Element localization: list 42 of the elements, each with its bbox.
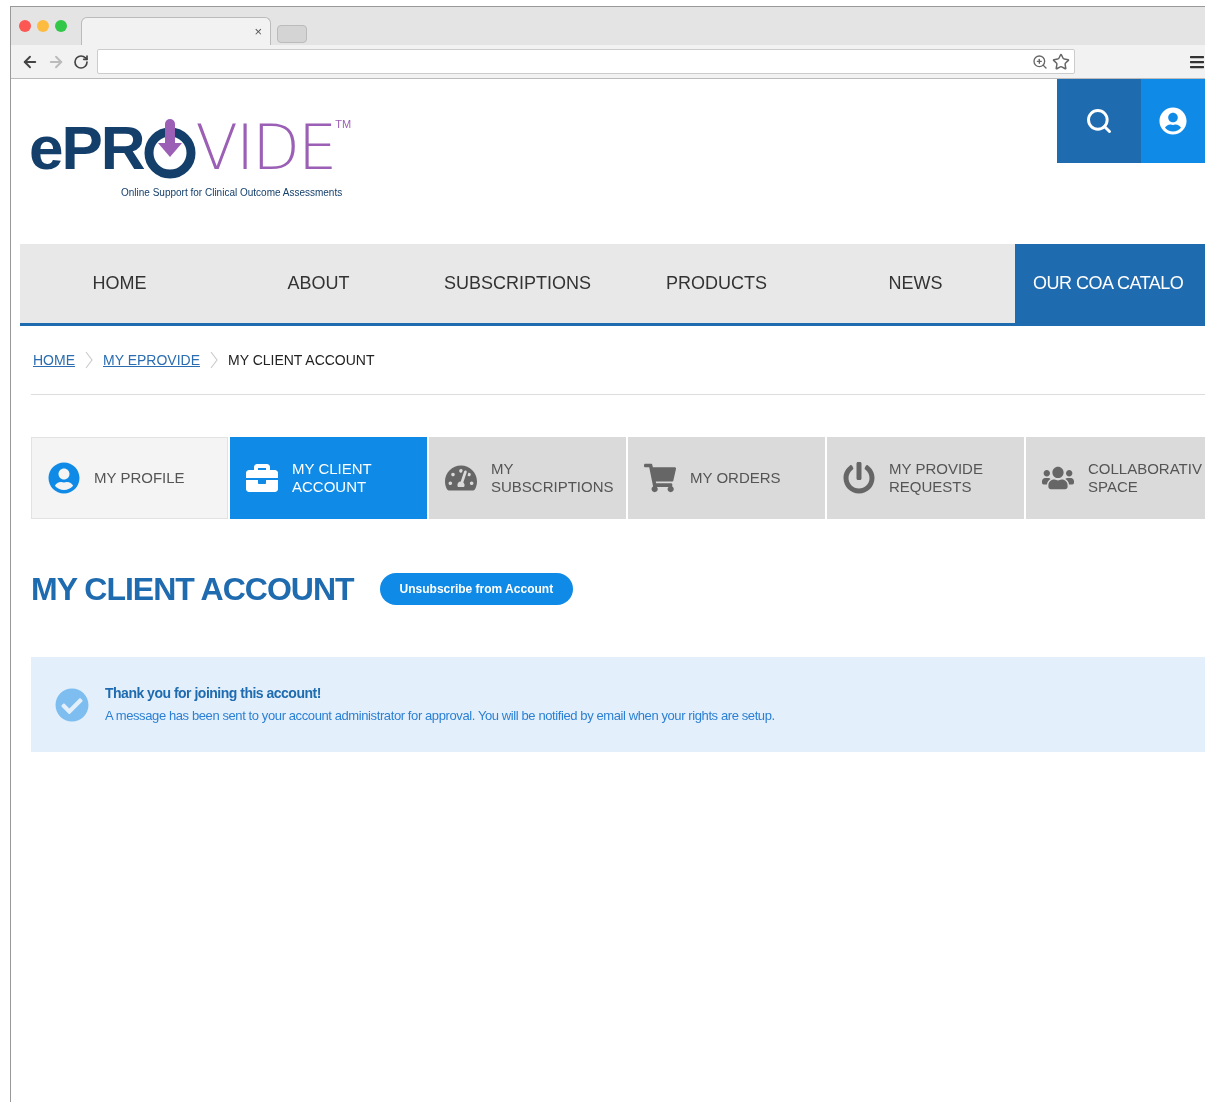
zoom-icon[interactable] bbox=[1032, 53, 1048, 70]
notice-title: Thank you for joining this account! bbox=[105, 684, 322, 704]
notice-message: A message has been sent to your account administrator for approval. You will be notified by email when your rights are setup. bbox=[105, 707, 775, 726]
nav-link[interactable]: NEWS bbox=[816, 244, 1015, 323]
menu-icon[interactable] bbox=[1189, 53, 1205, 70]
power-logo-icon bbox=[143, 119, 196, 179]
page-heading: MY CLIENT ACCOUNT bbox=[31, 570, 354, 609]
logo-text: ePR bbox=[29, 117, 144, 179]
logo-tagline: Online Support for Clinical Outcome Assessments bbox=[121, 186, 344, 200]
logo-text: VIDE bbox=[195, 117, 336, 179]
account-tab[interactable]: MY CLIENT ACCOUNT bbox=[230, 437, 427, 519]
search-icon bbox=[1085, 107, 1113, 135]
nav-link[interactable]: OUR COA CATALO bbox=[1015, 244, 1205, 323]
chevron-icon bbox=[210, 351, 218, 369]
trademark: TM bbox=[335, 119, 352, 130]
breadcrumb-current: MY CLIENT ACCOUNT bbox=[228, 350, 375, 370]
star-icon[interactable] bbox=[1052, 52, 1070, 71]
check-icon bbox=[55, 687, 89, 722]
unsubscribe-button[interactable]: Unsubscribe from Account bbox=[379, 573, 574, 605]
tab-close-icon[interactable]: × bbox=[254, 21, 262, 42]
account-tab[interactable]: MY PROVIDE REQUESTS bbox=[827, 437, 1024, 519]
cart-icon bbox=[644, 462, 676, 494]
search-button[interactable] bbox=[1057, 79, 1141, 163]
nav-link[interactable]: PRODUCTS bbox=[617, 244, 816, 323]
account-tab[interactable]: MY PROFILE bbox=[31, 437, 228, 519]
chevron-icon bbox=[85, 351, 93, 369]
browser-tab[interactable]: × bbox=[81, 17, 271, 45]
nav-link[interactable]: HOME bbox=[20, 244, 219, 323]
close-window-icon[interactable] bbox=[19, 20, 31, 32]
reload-icon[interactable] bbox=[73, 53, 89, 70]
briefcase-icon bbox=[246, 462, 278, 494]
breadcrumb-link[interactable]: HOME bbox=[33, 349, 75, 371]
nav-link[interactable]: ABOUT bbox=[219, 244, 418, 323]
account-tab[interactable]: MY ORDERS bbox=[628, 437, 825, 519]
nav-link[interactable]: SUBSCRIPTIONS bbox=[418, 244, 617, 323]
account-tab[interactable]: COLLABORATIV SPACE bbox=[1026, 437, 1205, 519]
account-button[interactable] bbox=[1141, 79, 1205, 163]
breadcrumb-link[interactable]: MY EPROVIDE bbox=[103, 349, 200, 371]
account-tab[interactable]: MY SUBSCRIPTIONS bbox=[429, 437, 626, 519]
user-icon bbox=[48, 462, 80, 494]
user-icon bbox=[1159, 107, 1187, 135]
power-icon bbox=[843, 462, 875, 494]
